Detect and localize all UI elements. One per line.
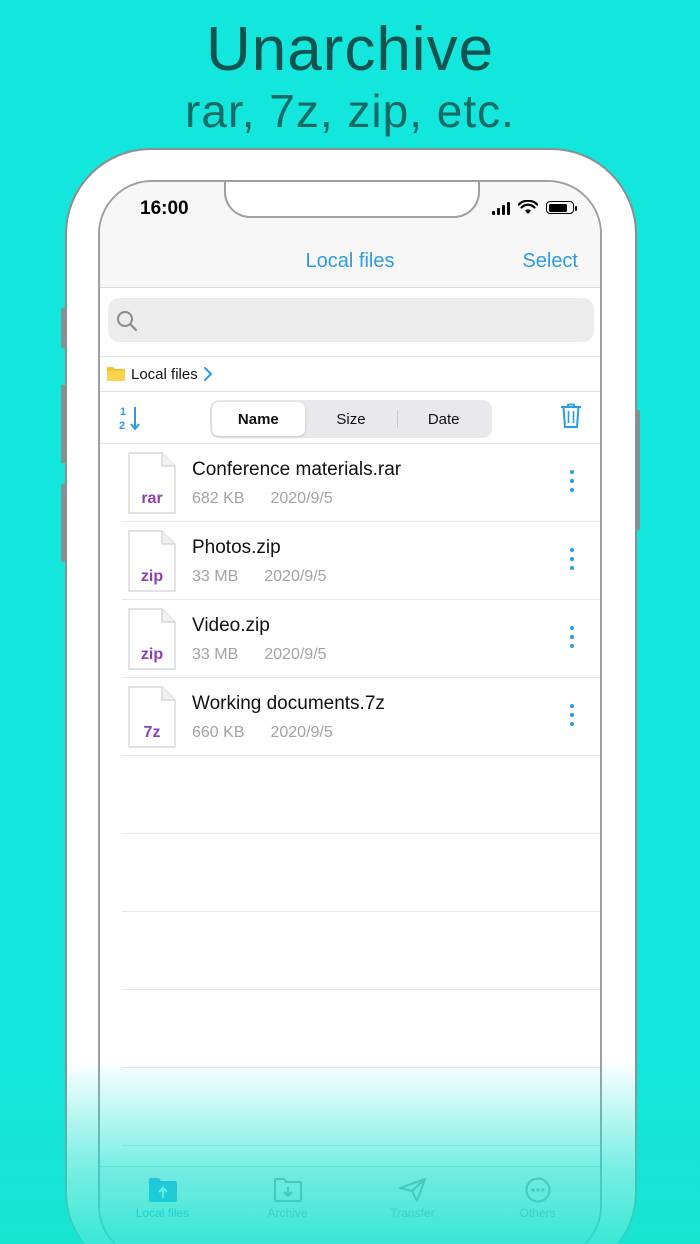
sort-segmented-control: Name Size Date <box>210 400 492 438</box>
file-date: 2020/9/5 <box>264 646 327 663</box>
file-name: Working documents.7z <box>192 693 385 714</box>
svg-text:2: 2 <box>119 420 125 432</box>
file-name: Photos.zip <box>192 537 281 558</box>
notch <box>224 182 480 218</box>
phone-side-button <box>61 385 66 463</box>
file-extension: zip <box>140 568 164 585</box>
phone-side-button <box>635 410 640 530</box>
more-options-icon[interactable] <box>570 626 574 648</box>
phone-side-button <box>61 308 66 348</box>
battery-icon <box>546 201 577 214</box>
file-meta: 660 KB 2020/9/5 <box>192 724 333 742</box>
tab-others[interactable]: Others <box>475 1167 600 1244</box>
file-extension: 7z <box>143 724 161 741</box>
folder-icon <box>107 367 125 381</box>
folder-upload-icon <box>148 1178 177 1202</box>
app-screen: 16:00 Local files Select Local files 1 2… <box>98 180 602 1244</box>
file-row[interactable]: zip Video.zip 33 MB 2020/9/5 <box>122 600 600 678</box>
tab-label: Others <box>519 1206 556 1220</box>
breadcrumb[interactable]: Local files <box>100 356 600 392</box>
search-section <box>100 288 600 356</box>
tab-local-files[interactable]: Local files <box>100 1167 225 1244</box>
sort-bar: 1 2 Name Size Date <box>100 392 600 444</box>
status-time: 16:00 <box>140 198 189 219</box>
file-size: 660 KB <box>192 724 245 741</box>
tab-label: Archive <box>267 1206 308 1220</box>
sort-option-date[interactable]: Date <box>397 402 490 436</box>
empty-row <box>122 912 600 990</box>
sort-option-name[interactable]: Name <box>212 402 305 436</box>
trash-icon[interactable] <box>560 403 582 429</box>
breadcrumb-label: Local files <box>131 365 198 383</box>
file-extension: rar <box>141 490 163 507</box>
tab-bar: Local files Archive Transfer Others <box>100 1166 600 1244</box>
chevron-right-icon <box>203 367 213 381</box>
file-row[interactable]: 7z Working documents.7z 660 KB 2020/9/5 <box>122 678 600 756</box>
tab-label: Local files <box>135 1206 190 1220</box>
tab-transfer[interactable]: Transfer <box>350 1167 475 1244</box>
more-options-icon[interactable] <box>570 548 574 570</box>
headline-title: Unarchive <box>205 15 495 84</box>
select-button[interactable]: Select <box>522 250 578 273</box>
more-circle-icon <box>525 1177 550 1203</box>
empty-row <box>122 756 600 834</box>
file-name: Conference materials.rar <box>192 459 402 480</box>
more-options-icon[interactable] <box>570 704 574 726</box>
empty-row <box>122 834 600 912</box>
file-size: 33 MB <box>192 568 239 585</box>
empty-row <box>122 990 600 1068</box>
signal-icon <box>492 201 510 215</box>
file-row[interactable]: rar Conference materials.rar 682 KB 2020… <box>122 444 600 522</box>
file-meta: 33 MB 2020/9/5 <box>192 646 327 664</box>
file-name: Video.zip <box>192 615 270 636</box>
more-options-icon[interactable] <box>570 470 574 492</box>
tab-label: Transfer <box>390 1206 435 1220</box>
paper-plane-icon <box>398 1178 426 1202</box>
empty-row <box>122 1068 600 1146</box>
phone-side-button <box>61 484 66 562</box>
file-list: rar Conference materials.rar 682 KB 2020… <box>100 444 600 1146</box>
status-icons <box>492 200 577 215</box>
svg-text:1: 1 <box>120 406 126 418</box>
folder-download-icon <box>273 1178 302 1202</box>
file-meta: 682 KB 2020/9/5 <box>192 490 333 508</box>
sort-order-icon[interactable]: 1 2 <box>118 404 142 432</box>
sort-option-size[interactable]: Size <box>305 402 398 436</box>
file-extension: zip <box>140 646 164 663</box>
search-input[interactable] <box>108 298 594 342</box>
headline-subtitle: rar, 7z, zip, etc. <box>185 85 515 137</box>
file-row[interactable]: zip Photos.zip 33 MB 2020/9/5 <box>122 522 600 600</box>
file-date: 2020/9/5 <box>264 568 327 585</box>
file-size: 33 MB <box>192 646 239 663</box>
file-size: 682 KB <box>192 490 245 507</box>
tab-archive[interactable]: Archive <box>225 1167 350 1244</box>
file-meta: 33 MB 2020/9/5 <box>192 568 327 586</box>
wifi-icon <box>518 200 538 214</box>
file-date: 2020/9/5 <box>270 724 333 741</box>
file-date: 2020/9/5 <box>270 490 333 507</box>
search-icon <box>117 311 138 332</box>
